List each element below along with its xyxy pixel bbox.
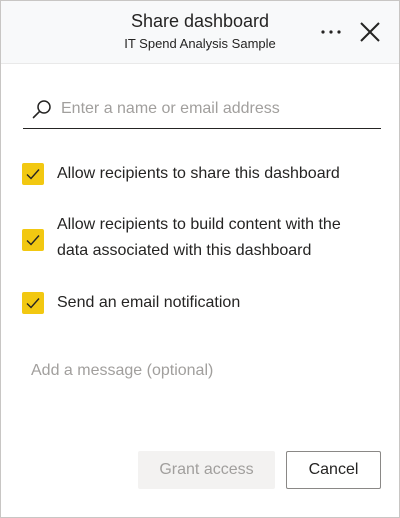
option-allow-build[interactable]: Allow recipients to build content with t… — [22, 216, 341, 259]
checkmark-icon — [26, 235, 40, 246]
close-button[interactable] — [357, 19, 383, 45]
allow-build-checkbox[interactable] — [22, 229, 44, 251]
option-allow-share[interactable]: Allow recipients to share this dashboard — [22, 163, 340, 185]
share-dashboard-panel: Share dashboard IT Spend Analysis Sample — [0, 0, 400, 518]
allow-share-checkbox[interactable] — [22, 163, 44, 185]
allow-build-label: Allow recipients to build content with t… — [57, 212, 387, 264]
allow-build-label-line1: Allow recipients to build content with t… — [57, 216, 341, 233]
recipient-search-input[interactable] — [61, 96, 377, 122]
panel-header: Share dashboard IT Spend Analysis Sample — [1, 1, 399, 64]
allow-build-label-line2: data associated with this dashboard — [57, 242, 312, 259]
checkmark-icon — [26, 298, 40, 309]
ellipsis-icon — [321, 30, 341, 34]
email-notification-checkbox[interactable] — [22, 292, 44, 314]
more-options-button[interactable] — [318, 19, 344, 45]
allow-share-label: Allow recipients to share this dashboard — [57, 165, 340, 182]
email-notification-label: Send an email notification — [57, 294, 241, 311]
grant-access-button[interactable]: Grant access — [138, 451, 275, 489]
cancel-button[interactable]: Cancel — [286, 451, 381, 489]
checkmark-icon — [26, 169, 40, 180]
search-icon — [32, 100, 51, 119]
close-icon — [360, 22, 380, 42]
message-field[interactable]: Add a message (optional) — [31, 358, 371, 384]
option-email-notification[interactable]: Send an email notification — [22, 292, 240, 314]
recipient-search — [23, 93, 381, 129]
